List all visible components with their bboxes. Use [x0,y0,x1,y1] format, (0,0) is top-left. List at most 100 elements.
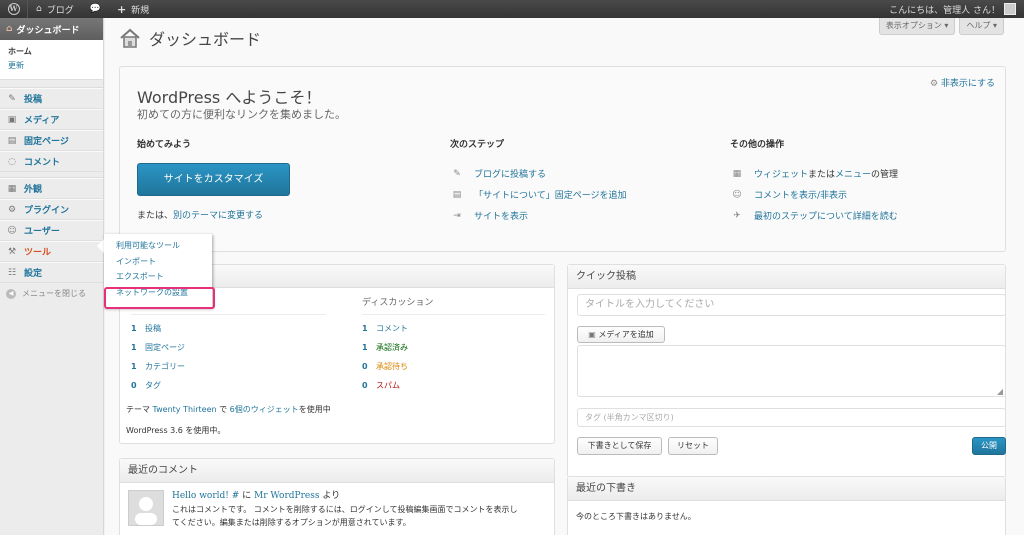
view-site-link[interactable]: サイトを表示 [474,209,528,222]
add-page-icon: ▤ [452,189,462,200]
menu-tools-label: ツール [24,248,52,258]
manage-menus-link[interactable]: メニュー [835,167,871,180]
menu-users[interactable]: ☺ ユーザー [0,220,103,241]
quick-press-tags-input[interactable]: タグ (半角カンマ区切り) [577,408,1006,427]
menu-comments[interactable]: ◌ コメント [0,151,103,172]
categories-link[interactable]: カテゴリー [145,361,185,372]
theme-mid-text: で [216,405,230,414]
content-row-pages: 1 固定ページ [131,338,326,357]
flyout-arrow [97,239,104,253]
wp-logo-menu[interactable]: W [0,0,28,18]
page-title: ダッシュボード [149,30,262,49]
comment-from-text: より [319,491,341,501]
comments-link[interactable]: 💬 [82,0,109,18]
approved-link[interactable]: 承認済み [376,342,408,353]
new-content-menu[interactable]: + 新規 [109,0,157,18]
admin-menu: ⌂ ダッシュボード ホーム 更新 ✎ 投稿 ▣ メディア ▤ 固定ページ ◌ コメント … [0,18,104,535]
pages-count[interactable]: 1 [131,343,145,352]
content-row-categories: 1 カテゴリー [131,357,326,376]
flyout-import[interactable]: インポート [116,254,212,270]
categories-count[interactable]: 1 [131,362,145,371]
pages-link[interactable]: 固定ページ [145,342,185,353]
theme-name-link[interactable]: Twenty Thirteen [153,405,217,414]
help-tab[interactable]: ヘルプ ▾ [959,18,1004,35]
publish-button[interactable]: 公開 [972,437,1006,455]
comment-meta: Hello world! # に Mr WordPress より [172,488,340,501]
manage-text: の管理 [871,170,899,180]
learn-more-icon: ✈ [733,210,741,221]
recent-drafts-header[interactable]: 最近の下書き [568,477,1005,501]
comments-count[interactable]: 1 [362,324,376,333]
menu-dashboard[interactable]: ⌂ ダッシュボード [0,18,103,40]
site-name-label: ブログ [46,5,74,16]
quick-press-content-textarea[interactable]: ◢ [577,345,1006,397]
next-step-write-post: ✎ ブログに投稿する [450,163,690,184]
comment-bubble-icon: 💬 [89,4,101,14]
main-content: 表示オプション ▾ ヘルプ ▾ ダッシュボード ⚙ 非表示にする WordPre… [105,18,1024,535]
menu-plugins[interactable]: ⚙ プラグイン [0,199,103,220]
network-setup-highlight [104,287,215,309]
version-info: WordPress 3.6 を使用中。 [126,426,226,435]
spam-count[interactable]: 0 [362,381,376,390]
comment-excerpt-line-1: これはコメントです。 コメントを削除するには、ログインして投稿編集画面でコメント… [172,505,518,514]
change-theme-link[interactable]: 別のテーマに変更する [173,211,263,221]
screen-options-tab[interactable]: 表示オプション ▾ [878,18,956,35]
comment-author-link[interactable]: Mr WordPress [254,491,319,501]
comments-link[interactable]: コメント [376,323,408,334]
resize-handle-icon[interactable]: ◢ [997,387,1003,396]
content-column: コンテンツ 1投稿 1固定ページ 1カテゴリー 0タグ [131,295,326,395]
discussion-row-comments: 1 コメント [362,319,545,338]
pushpin-icon: ✎ [453,168,461,179]
comment-excerpt-line-2: てください。編集または削除するオプションが用意されています。 [172,518,411,527]
manage-widgets-link[interactable]: ウィジェット [754,167,808,180]
quick-press-header[interactable]: クイック投稿 [568,265,1005,289]
menu-pages[interactable]: ▤ 固定ページ [0,130,103,151]
pin-icon: ✎ [8,93,16,104]
or-text: または、 [137,211,174,221]
menu-settings[interactable]: ☷ 設定 [0,262,103,283]
reset-button[interactable]: リセット [668,437,718,455]
add-media-button[interactable]: ▣ メディアを追加 [577,326,665,343]
discussion-row-spam: 0 スパム [362,376,545,395]
write-post-link[interactable]: ブログに投稿する [474,167,546,180]
avatar-icon [1004,3,1016,15]
learn-more-link[interactable]: 最初のステップについて詳細を読む [754,209,898,222]
toggle-comments-link[interactable]: コメントを表示/非表示 [754,188,847,201]
flyout-available-tools[interactable]: 利用可能なツール [116,238,212,254]
site-name-link[interactable]: ⌂ ブログ [28,0,82,18]
flyout-export[interactable]: エクスポート [116,269,212,285]
menu-appearance-label: 外観 [24,185,43,195]
tags-count[interactable]: 0 [131,381,145,390]
discussion-row-pending: 0 承認待ち [362,357,545,376]
widgets-count-link[interactable]: 6個のウィジェット [230,405,299,414]
welcome-dismiss-label: 非表示にする [940,79,995,89]
welcome-dismiss-link[interactable]: ⚙ 非表示にする [930,76,995,89]
spam-link[interactable]: スパム [376,380,400,391]
pending-count[interactable]: 0 [362,362,376,371]
collapse-menu-button[interactable]: ◀ メニューを閉じる [0,283,103,304]
tags-link[interactable]: タグ [145,380,161,391]
submenu-updates[interactable]: 更新 [8,59,103,73]
menu-media[interactable]: ▣ メディア [0,109,103,130]
welcome-column-next-steps: 次のステップ ✎ ブログに投稿する ▤ 「サイトについて」固定ページを追加 ⇥ サイト… [450,137,690,226]
submenu-home[interactable]: ホーム [8,45,103,59]
no-drafts-message: 今のところ下書きはありません。 [576,512,696,521]
add-about-page-link[interactable]: 「サイトについて」固定ページを追加 [474,188,627,201]
menu-tools[interactable]: ⚒ ツール [0,241,103,262]
comment-post-link[interactable]: Hello world! # [172,491,239,501]
customize-site-button[interactable]: サイトをカスタマイズ [137,163,290,196]
posts-link[interactable]: 投稿 [145,323,161,334]
quick-press-title-input[interactable]: タイトルを入力してください [577,294,1006,316]
menu-posts[interactable]: ✎ 投稿 [0,88,103,109]
posts-count[interactable]: 1 [131,324,145,333]
pending-link[interactable]: 承認待ち [376,361,408,372]
home-small-icon: ⌂ [36,4,42,14]
recent-comments-header[interactable]: 最近のコメント [120,459,554,483]
save-draft-button[interactable]: 下書きとして保存 [577,437,662,455]
menu-appearance[interactable]: ▦ 外観 [0,178,103,199]
collapse-arrow-icon: ◀ [6,288,16,299]
my-account-menu[interactable]: こんにちは、管理人 さん！ [881,0,1024,18]
recent-drafts-box: 最近の下書き 今のところ下書きはありません。 [567,476,1006,535]
approved-count[interactable]: 1 [362,343,376,352]
default-avatar-icon [135,497,157,525]
